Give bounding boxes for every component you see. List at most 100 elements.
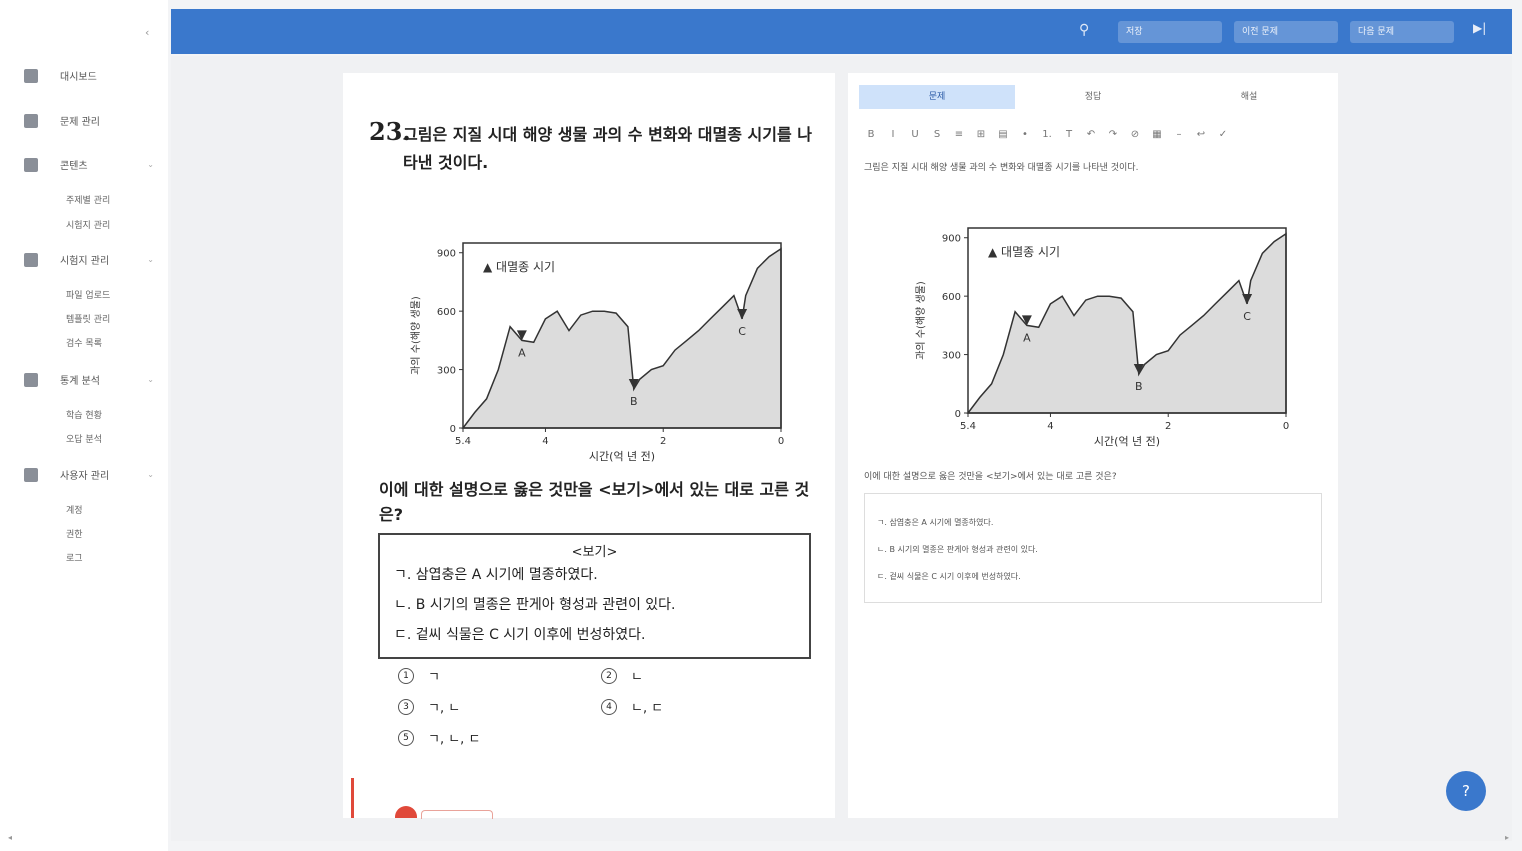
option-text: ㄴ [631, 670, 643, 685]
x-tick-label: 2 [660, 436, 666, 447]
y-tick-label: 900 [942, 234, 961, 245]
editor-prompt-text[interactable]: 이에 대한 설명으로 옳은 것만을 <보기>에서 있는 대로 고른 것은? [864, 469, 1117, 482]
chevron-down-icon: ⌄ [147, 375, 154, 384]
y-axis-label: 과의 수(해양 생물) [409, 296, 422, 375]
sidebar-subitem[interactable]: 파일 업로드 [66, 288, 110, 301]
question-prompt: 이에 대한 설명으로 옳은 것만을 <보기>에서 있는 대로 고른 것은? [379, 480, 810, 524]
bullet-list-button[interactable]: • [1018, 129, 1032, 140]
x-tick-label: 0 [778, 436, 784, 447]
prev-question-button[interactable]: 이전 문제 [1234, 21, 1338, 43]
sidebar-subitem[interactable]: 계정 [66, 503, 83, 516]
tab-explanation[interactable]: 해설 [1171, 85, 1327, 109]
sidebar-subitem[interactable]: 검수 목록 [66, 336, 102, 349]
tab-question[interactable]: 문제 [859, 85, 1015, 109]
undo-button[interactable]: ↶ [1084, 129, 1098, 140]
content-icon [24, 157, 38, 172]
editor-example-box[interactable]: ㄱ. 삼엽충은 A 시기에 멸종하였다. ㄴ. B 시기의 멸종은 판게아 형성… [864, 493, 1322, 603]
example-box-title: <보기> [571, 545, 618, 560]
x-tick-label: 5.4 [455, 436, 471, 447]
question-paper: 23. 그림은 지질 시대 해양 생물 과의 수 변화와 대멸종 시기를 나타낸… [343, 73, 835, 819]
editor-chart[interactable]: 0 300 600 900 5.4 4 2 0 시간(억 년 전) 과의 수(해양 생물) ▲ 대멸… [908, 213, 1308, 453]
option-number: 1 [398, 667, 414, 684]
return-button[interactable]: ↩ [1194, 129, 1208, 140]
y-axis-label: 과의 수(해양 생물) [914, 281, 927, 360]
extinction-label: B [630, 395, 638, 408]
sidebar-subitem[interactable]: 오답 분석 [66, 432, 102, 445]
skip-next-icon[interactable]: ▶| [1473, 21, 1486, 35]
block-button[interactable]: ▤ [996, 129, 1010, 140]
answer-option[interactable]: 3 ㄱ, ㄴ [398, 697, 460, 716]
sidebar-item-label: 문제 관리 [60, 117, 100, 128]
sidebar-item-label: 통계 분석 [60, 376, 100, 387]
underline-button[interactable]: U [908, 129, 922, 140]
sidebar-subitem[interactable]: 로그 [66, 551, 83, 564]
y-tick-label: 0 [450, 424, 456, 435]
option-text: ㄴ, ㄷ [631, 701, 664, 716]
tab-answer[interactable]: 정답 [1015, 85, 1171, 109]
extinction-label: B [1135, 380, 1143, 393]
answer-option[interactable]: 1 ㄱ [398, 666, 440, 685]
y-tick-label: 600 [942, 292, 961, 303]
sidebar-collapse-button[interactable]: ‹ [145, 26, 149, 39]
sidebar-item-dashboard[interactable]: 대시보드 [24, 68, 154, 83]
editor-example-line: ㄴ. B 시기의 멸종은 판게아 형성과 관련이 있다. [877, 545, 1038, 554]
option-text: ㄱ, ㄴ [428, 701, 461, 716]
sidebar-subitem[interactable]: 주제별 관리 [66, 193, 110, 206]
image-button[interactable]: ▦ [1150, 129, 1164, 140]
strike-button[interactable]: S [930, 129, 944, 140]
extinction-label: C [738, 325, 746, 338]
answer-option[interactable]: 5 ㄱ, ㄴ, ㄷ [398, 728, 480, 747]
series-area [966, 232, 1287, 414]
next-question-button[interactable]: 다음 문제 [1350, 21, 1454, 43]
editor-body-text[interactable]: 그림은 지질 시대 해양 생물 과의 수 변화와 대멸종 시기를 나타낸 것이다… [864, 160, 1138, 173]
save-button[interactable]: 저장 [1118, 21, 1222, 43]
editor-panel: 문제 정답 해설 B I U S ≡ ⊞ ▤ • 1. T ↶ ↷ ⊘ ▦ – … [848, 73, 1338, 818]
next-question-tag [421, 810, 493, 819]
bold-button[interactable]: B [864, 129, 878, 140]
page-break-marker [351, 778, 354, 818]
help-button[interactable]: ? [1446, 771, 1486, 811]
sidebar-item-problems[interactable]: 문제 관리 [24, 113, 154, 128]
align-button[interactable]: ≡ [952, 129, 966, 140]
sidebar-item-exams[interactable]: 시험지 관리 ⌄ [24, 252, 154, 267]
next-question-marker [395, 806, 417, 818]
sidebar-item-users[interactable]: 사용자 관리 ⌄ [24, 467, 154, 482]
sidebar-subitem[interactable]: 학습 현황 [66, 408, 102, 421]
option-number: 4 [601, 698, 617, 715]
sidebar-item-label: 사용자 관리 [60, 471, 110, 482]
extinction-label: A [1023, 331, 1031, 344]
answer-option[interactable]: 2 ㄴ [601, 666, 643, 685]
extinction-label: C [1243, 310, 1251, 323]
y-tick-label: 300 [437, 366, 456, 377]
y-tick-label: 900 [437, 249, 456, 260]
question-text: 그림은 지질 시대 해양 생물 과의 수 변화와 대멸종 시기를 나타낸 것이다… [403, 125, 812, 172]
sidebar-subitem[interactable]: 권한 [66, 527, 83, 540]
chart-legend: ▲ 대멸종 시기 [483, 260, 555, 274]
sidebar-subitem[interactable]: 템플릿 관리 [66, 312, 110, 325]
chevron-down-icon: ⌄ [147, 160, 154, 169]
italic-button[interactable]: I [886, 129, 900, 140]
answer-option[interactable]: 4 ㄴ, ㄷ [601, 697, 663, 716]
top-bar: ⚲ 저장 이전 문제 다음 문제 ▶| [171, 9, 1512, 54]
dashboard-icon [24, 68, 38, 83]
scroll-left-icon[interactable]: ◂ [8, 833, 12, 842]
scroll-right-icon[interactable]: ▸ [1505, 833, 1509, 842]
sidebar-item-stats[interactable]: 통계 분석 ⌄ [24, 372, 154, 387]
clear-format-button[interactable]: ⊘ [1128, 129, 1142, 140]
example-line: ㄷ. 겉씨 식물은 C 시기 이후에 번성하였다. [394, 627, 646, 643]
option-number: 3 [398, 698, 414, 715]
numbered-list-button[interactable]: 1. [1040, 129, 1054, 140]
sidebar-subitem[interactable]: 시험지 관리 [66, 218, 110, 231]
sidebar-item-content[interactable]: 콘텐츠 ⌄ [24, 157, 154, 172]
series-area [461, 247, 782, 429]
table-button[interactable]: ⊞ [974, 129, 988, 140]
chevron-down-icon: ⌄ [147, 255, 154, 264]
divider-button[interactable]: – [1172, 129, 1186, 140]
redo-button[interactable]: ↷ [1106, 129, 1120, 140]
search-icon[interactable]: ⚲ [1079, 22, 1089, 38]
editor-tabs: 문제 정답 해설 [859, 85, 1327, 109]
text-size-button[interactable]: T [1062, 129, 1076, 140]
sidebar: ‹ 대시보드 문제 관리 콘텐츠 ⌄ 주제별 관리 시험지 관리 시험지 관리 … [0, 0, 168, 851]
confirm-button[interactable]: ✓ [1216, 129, 1230, 140]
option-number: 2 [601, 667, 617, 684]
